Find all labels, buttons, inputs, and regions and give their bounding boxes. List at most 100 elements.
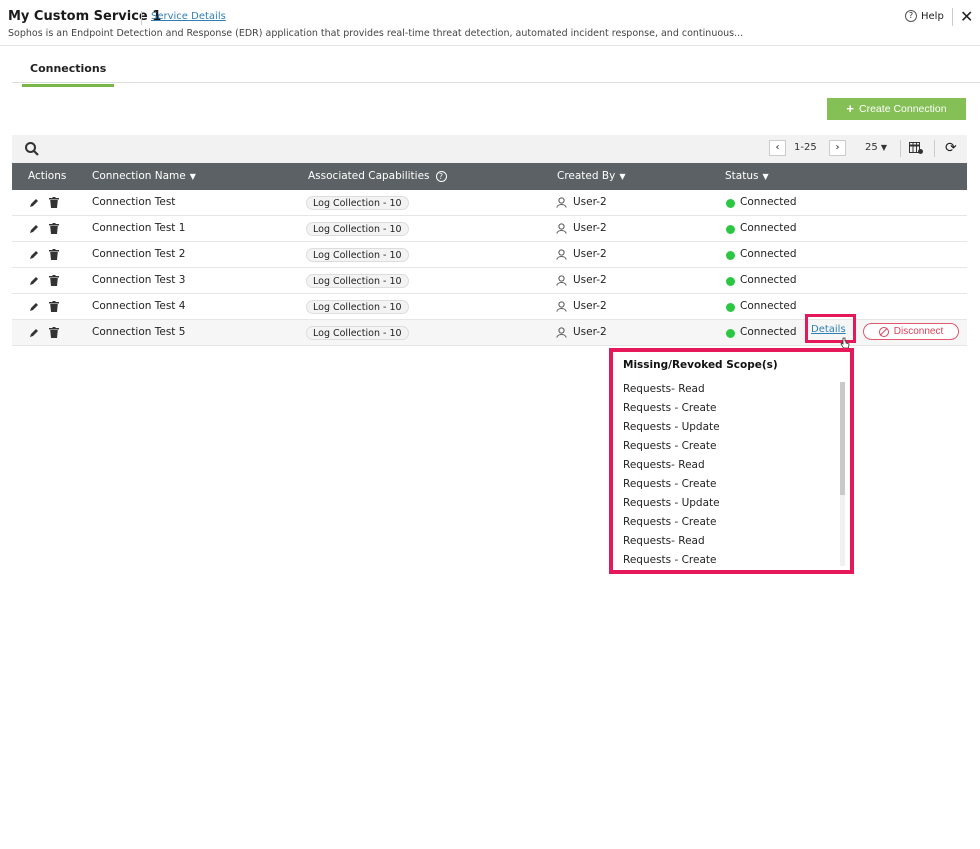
chevron-down-icon: ▼	[880, 143, 888, 152]
capability-badge: Log Collection - 10	[306, 274, 409, 288]
table-toolbar: ‹ 1-25 › 25 ▼ ⟳	[12, 135, 967, 163]
edit-icon[interactable]	[29, 276, 39, 286]
pager-prev-button[interactable]: ‹	[769, 140, 786, 156]
pager-range: 1-25	[794, 142, 817, 153]
help-button[interactable]: ? Help	[905, 10, 944, 22]
scope-item: Requests- Read	[623, 535, 705, 547]
status-connected-icon	[726, 199, 735, 208]
column-header-label: Created By	[557, 170, 616, 182]
edit-icon[interactable]	[29, 302, 39, 312]
pager-next-button[interactable]: ›	[829, 140, 846, 156]
trash-icon[interactable]	[49, 275, 59, 286]
capability-badge: Log Collection - 10	[306, 326, 409, 340]
info-icon[interactable]: ?	[435, 171, 447, 182]
scope-item: Requests - Create	[623, 440, 717, 452]
table-row[interactable]: Connection Test 3 Log Collection - 10 Us…	[12, 268, 967, 294]
sort-caret-icon: ▼	[619, 172, 626, 181]
edit-icon[interactable]	[29, 224, 39, 234]
refresh-icon[interactable]: ⟳	[945, 140, 957, 156]
column-header-actions: Actions	[28, 170, 67, 182]
user-icon	[556, 275, 567, 286]
status-text: Connected	[740, 326, 797, 338]
status-connected-icon	[726, 225, 735, 234]
column-header-label: Connection Name	[92, 170, 186, 182]
status-connected-icon	[726, 277, 735, 286]
create-connection-button[interactable]: + Create Connection	[827, 98, 966, 120]
column-header-label: Status	[725, 170, 759, 182]
close-icon[interactable]: ✕	[960, 7, 973, 26]
connection-name: Connection Test 5	[92, 326, 186, 338]
plus-icon: +	[846, 101, 855, 116]
column-settings-icon[interactable]	[909, 142, 923, 154]
popup-title: Missing/Revoked Scope(s)	[623, 359, 778, 371]
edit-icon[interactable]	[29, 250, 39, 260]
scope-item: Requests - Update	[623, 497, 720, 509]
table-row[interactable]: Connection Test 1 Log Collection - 10 Us…	[12, 216, 967, 242]
toolbar-divider	[900, 140, 901, 157]
scope-item: Requests - Create	[623, 478, 717, 490]
capability-badge: Log Collection - 10	[306, 222, 409, 236]
column-header-capabilities: Associated Capabilities?	[308, 170, 447, 182]
user-icon	[556, 301, 567, 312]
edit-icon[interactable]	[29, 198, 39, 208]
created-by: User-2	[573, 300, 607, 312]
scope-item: Requests - Create	[623, 554, 717, 566]
status-text: Connected	[740, 222, 797, 234]
trash-icon[interactable]	[49, 249, 59, 260]
ban-icon	[878, 326, 889, 337]
edit-icon[interactable]	[29, 328, 39, 338]
page-title: My Custom Service 1	[8, 9, 162, 24]
help-label: Help	[921, 10, 944, 22]
service-description: Sophos is an Endpoint Detection and Resp…	[8, 28, 744, 39]
column-header-created-by[interactable]: Created By ▼	[557, 170, 625, 182]
connection-name: Connection Test	[92, 196, 176, 208]
details-link[interactable]: Details	[811, 324, 846, 335]
scope-item: Requests- Read	[623, 459, 705, 471]
sort-caret-icon: ▼	[762, 172, 769, 181]
search-icon[interactable]	[24, 141, 40, 157]
trash-icon[interactable]	[49, 197, 59, 208]
popup-scrollbar[interactable]	[840, 382, 845, 566]
column-header-label: Associated Capabilities	[308, 170, 430, 182]
user-icon	[556, 223, 567, 234]
connection-name: Connection Test 4	[92, 300, 186, 312]
created-by: User-2	[573, 222, 607, 234]
created-by: User-2	[573, 196, 607, 208]
table-row[interactable]: Connection Test Log Collection - 10 User…	[12, 190, 967, 216]
connection-name: Connection Test 1	[92, 222, 186, 234]
sort-caret-icon: ▼	[189, 172, 196, 181]
tab-connections[interactable]: Connections	[22, 62, 115, 87]
user-icon	[556, 249, 567, 260]
disconnect-button[interactable]: Disconnect	[863, 323, 959, 340]
status-text: Connected	[740, 248, 797, 260]
status-connected-icon	[726, 329, 735, 338]
scope-item: Requests - Create	[623, 402, 717, 414]
missing-scopes-popup: Missing/Revoked Scope(s) Requests- Read …	[609, 348, 854, 574]
user-icon	[556, 197, 567, 208]
page-size-value: 25	[865, 142, 878, 153]
header-divider	[952, 8, 953, 26]
title-divider	[141, 11, 142, 25]
status-text: Connected	[740, 274, 797, 286]
table-row[interactable]: Connection Test 2 Log Collection - 10 Us…	[12, 242, 967, 268]
trash-icon[interactable]	[49, 301, 59, 312]
disconnect-label: Disconnect	[893, 326, 944, 337]
trash-icon[interactable]	[49, 327, 59, 338]
created-by: User-2	[573, 274, 607, 286]
connection-name: Connection Test 2	[92, 248, 186, 260]
scrollbar-thumb[interactable]	[840, 382, 845, 495]
column-header-status[interactable]: Status ▼	[725, 170, 769, 182]
scope-list: Requests- Read Requests - Create Request…	[623, 380, 720, 570]
user-icon	[556, 327, 567, 338]
window-header: My Custom Service 1 Service Details Soph…	[0, 0, 980, 46]
toolbar-divider	[934, 140, 935, 157]
column-header-connection-name[interactable]: Connection Name ▼	[92, 170, 196, 182]
page-size-select[interactable]: 25 ▼	[865, 142, 887, 153]
scope-item: Requests- Read	[623, 383, 705, 395]
table-header: Actions Connection Name ▼ Associated Capa…	[12, 163, 967, 190]
trash-icon[interactable]	[49, 223, 59, 234]
status-connected-icon	[726, 251, 735, 260]
scope-item: Requests - Create	[623, 516, 717, 528]
scope-item: Requests - Update	[623, 421, 720, 433]
service-details-link[interactable]: Service Details	[151, 11, 226, 22]
